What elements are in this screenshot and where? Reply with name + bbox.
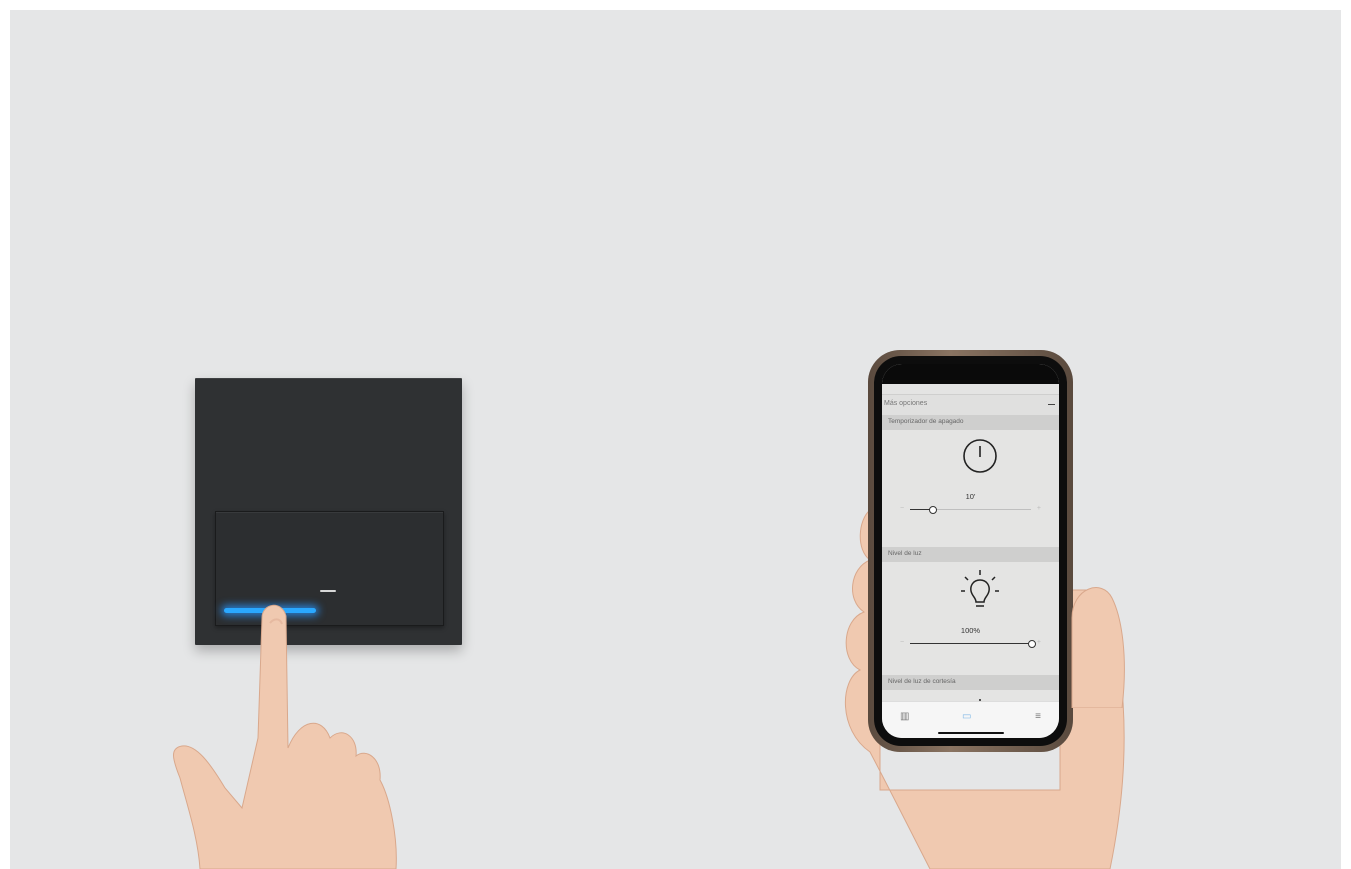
devices-icon[interactable]: ▥ <box>900 711 909 722</box>
slider-max-icon: + <box>1036 639 1041 646</box>
slider-min-icon: − <box>900 639 905 646</box>
slider-thumb[interactable] <box>928 506 937 514</box>
thumb <box>1071 587 1125 708</box>
room-icon[interactable]: ▭ <box>962 711 971 722</box>
section-title: Nivel de luz <box>888 550 922 557</box>
section-header-courtesy-light: Nivel de luz de cortesía <box>882 675 1059 690</box>
bottom-tab-bar: ▥ ▭ ≡ <box>882 701 1059 738</box>
collapse-icon[interactable] <box>1048 404 1055 405</box>
timer-value: 10' <box>965 492 976 501</box>
phone-screen: Más opciones Temporizador de apagado 10'… <box>882 364 1059 738</box>
section-title: Temporizador de apagado <box>888 418 964 425</box>
light-level-slider[interactable]: − + <box>900 639 1041 648</box>
light-bulb-icon <box>961 570 999 607</box>
menu-icon[interactable]: ≡ <box>1035 711 1041 722</box>
home-indicator[interactable] <box>937 732 1004 734</box>
scene: Más opciones Temporizador de apagado 10'… <box>10 10 1341 869</box>
slider-thumb[interactable] <box>1028 640 1036 648</box>
more-options-label: Más opciones <box>884 400 928 407</box>
section-title: Nivel de luz de cortesía <box>888 678 956 685</box>
slider-max-icon: + <box>1036 505 1041 512</box>
status-bar <box>882 364 1059 384</box>
switch-status-mark <box>320 590 336 592</box>
section-header-light-level: Nivel de luz <box>882 547 1059 562</box>
timer-slider[interactable]: − + <box>900 505 1041 514</box>
more-options-row[interactable]: Más opciones <box>882 394 1059 415</box>
slider-fill <box>910 643 1031 644</box>
smartphone: Más opciones Temporizador de apagado 10'… <box>868 350 1073 752</box>
section-header-timer: Temporizador de apagado <box>882 415 1059 430</box>
light-level-value: 100% <box>960 626 981 635</box>
power-timer-icon <box>963 439 997 473</box>
slider-min-icon: − <box>900 505 905 512</box>
phone-bezel: Más opciones Temporizador de apagado 10'… <box>874 356 1067 746</box>
pointing-hand <box>173 604 397 869</box>
